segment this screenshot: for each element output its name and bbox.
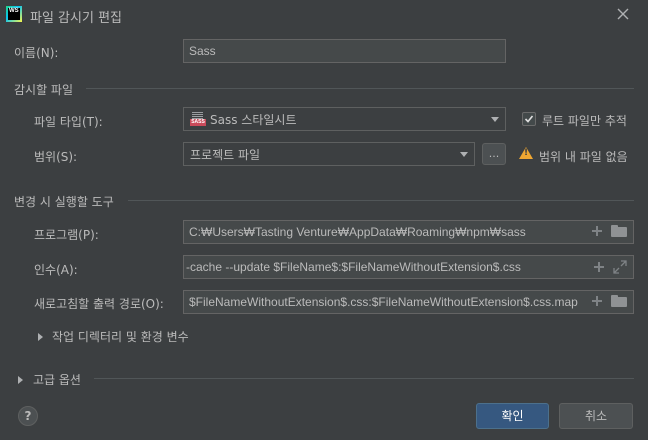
arguments-value: -cache --update $FileName$:$FileNameWith… — [186, 260, 521, 274]
scope-warning-text: 범위 내 파일 없음 — [539, 150, 628, 164]
file-type-value: Sass 스타일시트 — [210, 112, 297, 127]
workdir-env-toggle[interactable]: 작업 디렉터리 및 환경 변수 — [38, 328, 189, 345]
tool-section-title: 변경 시 실행할 도구 — [14, 195, 114, 209]
webstorm-logo-icon: WS — [6, 6, 22, 22]
folder-icon[interactable] — [611, 225, 627, 237]
chevron-down-icon — [460, 152, 468, 157]
insert-macro-icon[interactable] — [593, 261, 605, 273]
folder-icon[interactable] — [611, 295, 627, 307]
arguments-label: 인수(A): — [34, 263, 78, 277]
advanced-options-label: 고급 옵션 — [33, 373, 81, 387]
insert-macro-icon[interactable] — [591, 225, 603, 237]
cancel-button[interactable]: 취소 — [559, 403, 633, 429]
scope-dropdown[interactable]: 프로젝트 파일 — [183, 142, 475, 166]
program-field[interactable]: C:₩Users₩Tasting Venture₩AppData₩Roaming… — [183, 220, 634, 244]
scope-label: 범위(S): — [34, 150, 78, 164]
root-only-label[interactable]: 루트 파일만 추적 — [542, 112, 627, 129]
file-type-label: 파일 타입(T): — [34, 115, 103, 129]
warning-icon — [519, 147, 533, 159]
workdir-env-label: 작업 디렉터리 및 환경 변수 — [52, 330, 189, 344]
sass-file-icon: SASS — [190, 112, 206, 126]
close-icon — [617, 8, 629, 20]
help-button[interactable]: ? — [18, 406, 38, 426]
chevron-right-icon — [18, 375, 23, 384]
arguments-field[interactable]: -cache --update $FileName$:$FileNameWith… — [183, 255, 634, 279]
app-logo-text: WS — [8, 8, 20, 20]
section-divider — [94, 378, 634, 379]
scope-browse-button[interactable]: ... — [482, 143, 506, 165]
checkmark-icon — [524, 115, 534, 123]
scope-value: 프로젝트 파일 — [190, 147, 261, 162]
name-label: 이름(N): — [14, 46, 59, 60]
file-type-dropdown[interactable]: SASS Sass 스타일시트 — [183, 107, 506, 131]
program-value: C:₩Users₩Tasting Venture₩AppData₩Roaming… — [189, 225, 526, 239]
ok-button[interactable]: 확인 — [476, 403, 549, 429]
sass-file-icon-tag: SASS — [190, 119, 206, 126]
output-paths-value: $FileNameWithoutExtension$.css:$FileName… — [189, 295, 578, 309]
chevron-right-icon — [38, 332, 43, 341]
program-label: 프로그램(P): — [34, 228, 99, 242]
output-paths-label: 새로고침할 출력 경로(O): — [34, 297, 164, 311]
section-divider — [86, 88, 634, 89]
dialog-title: 파일 감시기 편집 — [30, 11, 122, 26]
section-divider — [128, 200, 634, 201]
root-only-checkbox[interactable] — [522, 112, 536, 126]
advanced-options-toggle[interactable]: 고급 옵션 — [18, 371, 81, 388]
expand-icon[interactable] — [613, 260, 627, 274]
watch-section-title: 감시할 파일 — [14, 83, 74, 97]
chevron-down-icon — [491, 117, 499, 122]
insert-macro-icon[interactable] — [591, 295, 603, 307]
output-paths-field[interactable]: $FileNameWithoutExtension$.css:$FileName… — [183, 290, 634, 314]
close-button[interactable] — [614, 5, 632, 23]
name-field[interactable]: Sass — [183, 39, 506, 63]
